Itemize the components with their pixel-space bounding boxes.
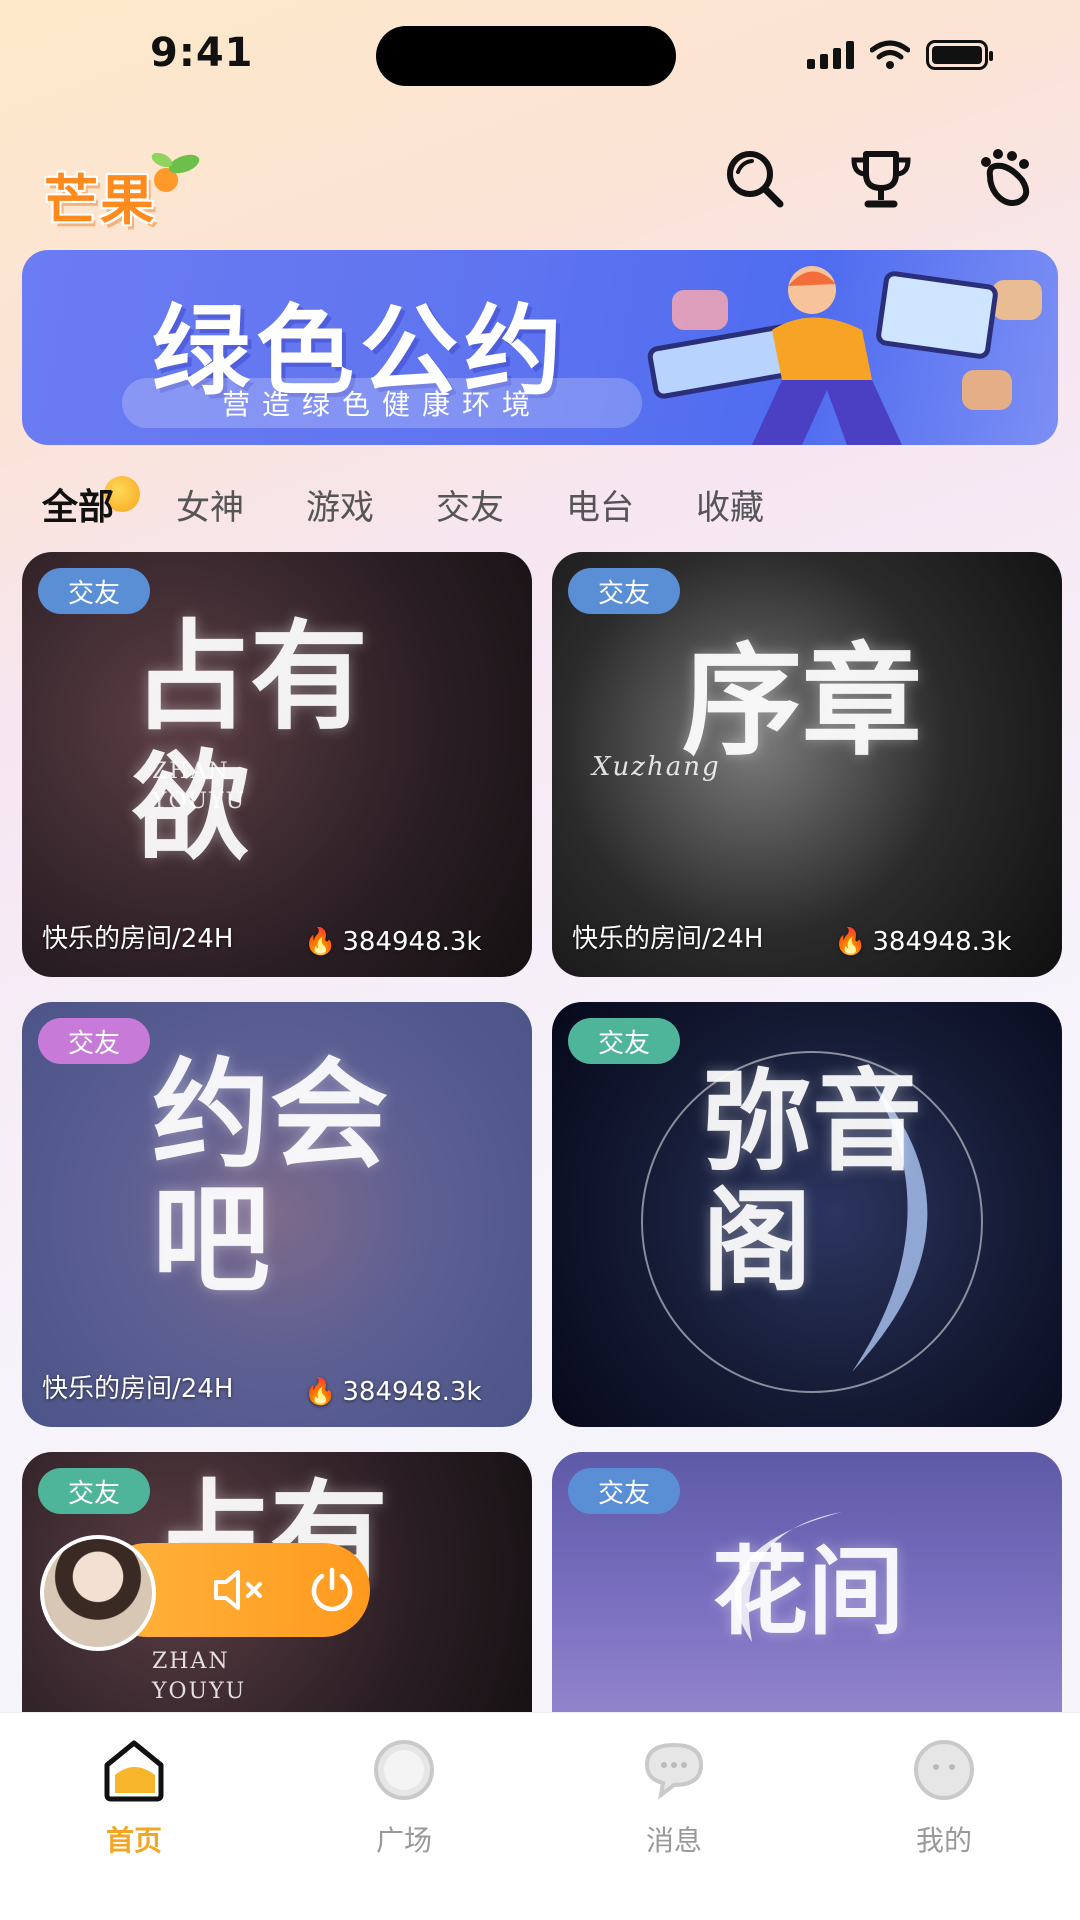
room-card[interactable]: 序章 Xuzhang 交友 快乐的房间/24H 🔥 384948.3k — [552, 552, 1062, 977]
nav-label: 消息 — [645, 1824, 702, 1857]
room-art-subtitle: Xuzhang — [592, 752, 721, 782]
trophy-icon[interactable] — [846, 144, 916, 214]
battery-icon — [926, 40, 993, 70]
status-time: 9:41 — [150, 30, 254, 76]
mini-player — [40, 1535, 370, 1651]
banner-subtitle: 营造绿色健康环境 — [122, 378, 642, 428]
room-card[interactable]: 占有欲 ZHAN YOUYU 交友 快乐的房间/24H 🔥 384948.3k — [22, 552, 532, 977]
room-art-title: 弥音阁 — [702, 1057, 922, 1306]
profile-icon — [914, 1740, 974, 1800]
footprint-icon[interactable] — [972, 144, 1042, 214]
category-tabs: 全部 女神 游戏 交友 电台 收藏 — [42, 476, 764, 530]
fire-icon: 🔥 — [304, 1377, 337, 1407]
app-logo: 芒果 — [44, 150, 204, 232]
heat-value: 384948.3k — [342, 927, 482, 957]
message-icon — [644, 1742, 704, 1800]
room-card[interactable]: 约会吧 交友 快乐的房间/24H 🔥 384948.3k — [22, 1002, 532, 1427]
mango-leaf-icon — [151, 152, 200, 192]
room-card[interactable]: 花间 交友 — [552, 1452, 1062, 1752]
room-category-badge: 交友 — [568, 1468, 681, 1514]
room-art-title: 约会吧 — [152, 1045, 389, 1309]
banner-illustration — [647, 266, 1042, 445]
tab-label: 全部 — [42, 487, 115, 528]
room-heat: 🔥 384948.3k — [834, 927, 1012, 957]
plaza-icon — [374, 1740, 434, 1800]
room-category-badge: 交友 — [568, 1018, 681, 1064]
bottom-nav: 首页 广场 消息 我的 — [0, 1712, 1080, 1920]
room-category-badge: 交友 — [38, 568, 151, 614]
tab-games[interactable]: 游戏 — [306, 480, 374, 529]
signal-icon — [807, 41, 854, 69]
heat-value: 384948.3k — [342, 1377, 482, 1407]
logo-text: 芒果 — [44, 169, 156, 232]
nav-label: 我的 — [915, 1824, 972, 1857]
fire-icon: 🔥 — [834, 927, 867, 957]
tab-goddess[interactable]: 女神 — [176, 480, 244, 529]
room-heat: 🔥 384948.3k — [304, 927, 482, 957]
room-art-title: 占有欲 — [132, 607, 369, 876]
search-icon[interactable] — [720, 144, 790, 214]
wifi-icon — [870, 40, 910, 69]
room-category-badge: 交友 — [38, 1468, 151, 1514]
room-category-badge: 交友 — [38, 1018, 151, 1064]
nav-plaza[interactable]: 广场 — [334, 1735, 474, 1859]
nav-profile[interactable]: 我的 — [874, 1735, 1014, 1859]
status-icons — [807, 40, 993, 70]
dynamic-island — [376, 26, 676, 86]
mute-icon[interactable] — [210, 1566, 266, 1614]
room-art-subtitle: ZHAN YOUYU — [152, 1649, 247, 1704]
room-art-subtitle: ZHAN YOUYU — [152, 759, 247, 814]
promo-banner[interactable]: 绿色公约 营造绿色健康环境 — [22, 250, 1058, 445]
tab-favorites[interactable]: 收藏 — [696, 480, 764, 529]
heat-value: 384948.3k — [872, 927, 1012, 957]
tab-all[interactable]: 全部 — [42, 476, 141, 530]
tab-radio[interactable]: 电台 — [566, 480, 634, 529]
nav-label: 首页 — [105, 1824, 162, 1857]
tab-friends[interactable]: 交友 — [436, 480, 504, 529]
room-art-title: 花间 — [712, 1535, 904, 1648]
room-category-badge: 交友 — [568, 568, 681, 614]
room-name: 快乐的房间/24H — [572, 924, 764, 954]
nav-label: 广场 — [375, 1824, 432, 1857]
power-icon[interactable] — [306, 1564, 358, 1616]
room-name: 快乐的房间/24H — [42, 1374, 234, 1404]
room-art-title: 序章 — [682, 631, 922, 772]
nav-messages[interactable]: 消息 — [604, 1735, 744, 1859]
fire-icon: 🔥 — [304, 927, 337, 957]
nav-home[interactable]: 首页 — [64, 1735, 204, 1859]
status-bar: 9:41 — [0, 0, 1080, 110]
room-name: 快乐的房间/24H — [42, 924, 234, 954]
avatar[interactable] — [40, 1535, 156, 1651]
room-heat: 🔥 384948.3k — [304, 1377, 482, 1407]
room-card[interactable]: 弥音阁 交友 — [552, 1002, 1062, 1427]
home-icon — [104, 1740, 164, 1802]
